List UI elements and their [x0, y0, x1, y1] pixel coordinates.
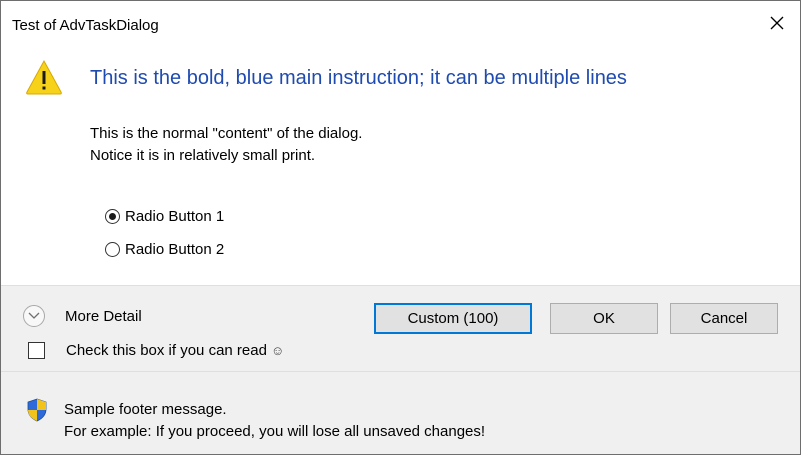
- close-button[interactable]: [754, 1, 800, 45]
- footer: Sample footer message. For example: If y…: [1, 371, 800, 454]
- checkbox-label[interactable]: Check this box if you can read ☺: [66, 342, 284, 359]
- radio-button-2[interactable]: Radio Button 2: [105, 239, 224, 259]
- title-bar: Test of AdvTaskDialog: [1, 1, 800, 45]
- radio-circle[interactable]: [105, 241, 120, 257]
- radio-button-1[interactable]: Radio Button 1: [105, 206, 224, 226]
- window-title: Test of AdvTaskDialog: [12, 17, 159, 34]
- verification-checkbox[interactable]: [28, 342, 45, 359]
- smiley-icon: ☺: [270, 343, 285, 358]
- button-area: More Detail Check this box if you can re…: [1, 285, 800, 371]
- radio-selected-dot: [109, 212, 116, 220]
- cancel-button[interactable]: Cancel: [670, 303, 778, 334]
- content-line: Notice it is in relatively small print.: [90, 147, 316, 164]
- warning-icon: [26, 59, 62, 95]
- task-dialog: Test of AdvTaskDialog This is the bold, …: [0, 0, 801, 455]
- footer-line: For example: If you proceed, you will lo…: [64, 423, 486, 440]
- footer-text: Sample footer message. For example: If y…: [64, 399, 485, 443]
- content-text: This is the normal "content" of the dial…: [90, 123, 362, 167]
- ok-button[interactable]: OK: [550, 303, 658, 334]
- more-detail-label[interactable]: More Detail: [65, 308, 142, 325]
- shield-icon: [27, 398, 47, 422]
- custom-button[interactable]: Custom (100): [374, 303, 532, 334]
- expand-chevron-icon[interactable]: [23, 305, 45, 327]
- content-line: This is the normal "content" of the dial…: [90, 125, 363, 142]
- radio-label: Radio Button 1: [125, 207, 225, 225]
- main-instruction: This is the bold, blue main instruction;…: [90, 67, 627, 89]
- close-icon: [770, 16, 784, 30]
- checkbox-label-text: Check this box if you can read: [66, 342, 267, 359]
- radio-label: Radio Button 2: [125, 240, 225, 258]
- verification-checkbox-row[interactable]: Check this box if you can read ☺: [28, 342, 284, 359]
- radio-circle[interactable]: [105, 208, 120, 224]
- footer-line: Sample footer message.: [64, 401, 227, 418]
- more-detail-expander[interactable]: More Detail: [23, 305, 142, 327]
